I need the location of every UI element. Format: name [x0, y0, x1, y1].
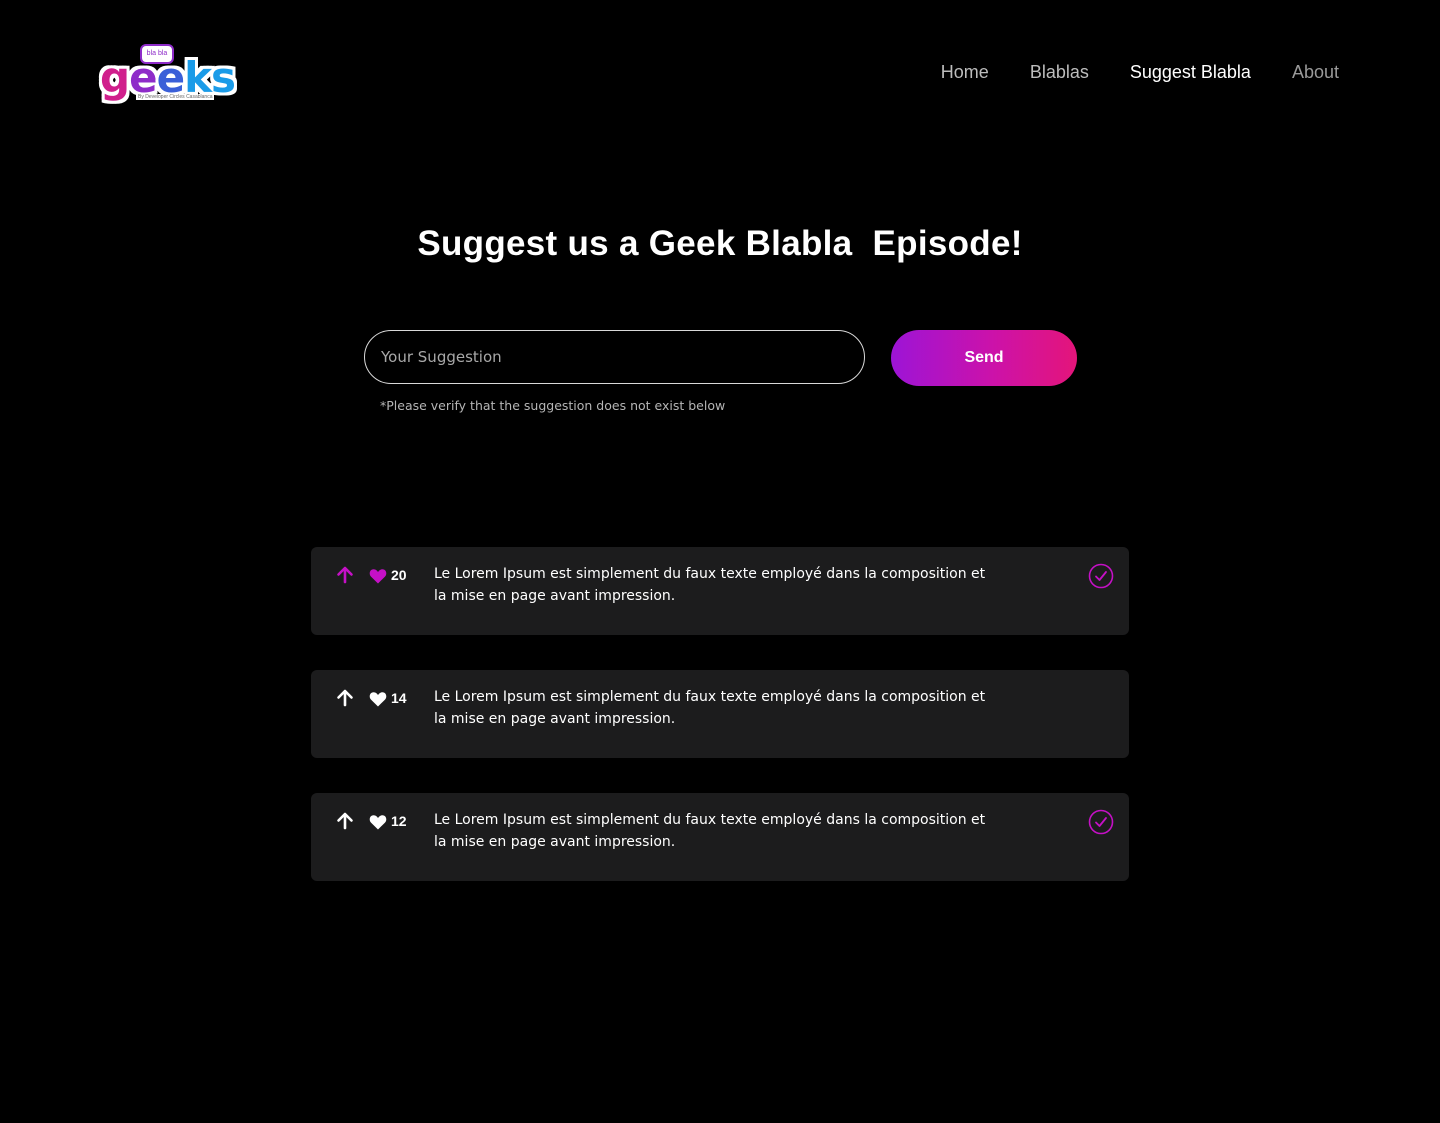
upvote-arrow-icon[interactable]: [335, 811, 355, 831]
suggestion-text: Le Lorem Ipsum est simplement du faux te…: [434, 689, 986, 727]
nav-home[interactable]: Home: [941, 60, 989, 84]
like-count: 20: [391, 567, 407, 583]
page-title: Suggest us a Geek Blabla Episode!: [417, 224, 1023, 263]
nav-suggest-blabla[interactable]: Suggest Blabla: [1130, 60, 1251, 84]
logo-subtitle: By Developer Circles Casablanca: [136, 94, 215, 100]
suggestion-input-wrapper: [364, 330, 865, 384]
suggestion-text: Le Lorem Ipsum est simplement du faux te…: [434, 566, 986, 604]
like-count: 12: [391, 813, 407, 829]
suggestion-input[interactable]: [365, 331, 864, 383]
nav-about[interactable]: About: [1292, 60, 1339, 84]
like-count: 14: [391, 690, 407, 706]
nav-blablas[interactable]: Blablas: [1030, 60, 1089, 84]
upvote-arrow-icon[interactable]: [335, 688, 355, 708]
suggestion-hint: *Please verify that the suggestion does …: [380, 398, 726, 413]
heart-icon: [369, 692, 387, 707]
done-check-icon: [1088, 563, 1114, 589]
suggestion-card: 12 Le Lorem Ipsum est simplement du faux…: [311, 793, 1129, 881]
geeks-logo[interactable]: bla bla geeks By Developer Circles Casab…: [100, 42, 236, 104]
heart-icon: [369, 815, 387, 830]
suggestion-card: 14 Le Lorem Ipsum est simplement du faux…: [311, 670, 1129, 758]
upvote-arrow-icon[interactable]: [335, 565, 355, 585]
suggestion-card: 20 Le Lorem Ipsum est simplement du faux…: [311, 547, 1129, 635]
heart-icon: [369, 569, 387, 584]
done-check-icon: [1088, 809, 1114, 835]
send-button[interactable]: Send: [891, 330, 1077, 386]
main-nav: Home Blablas Suggest Blabla About: [941, 60, 1339, 84]
suggestion-text: Le Lorem Ipsum est simplement du faux te…: [434, 812, 986, 850]
